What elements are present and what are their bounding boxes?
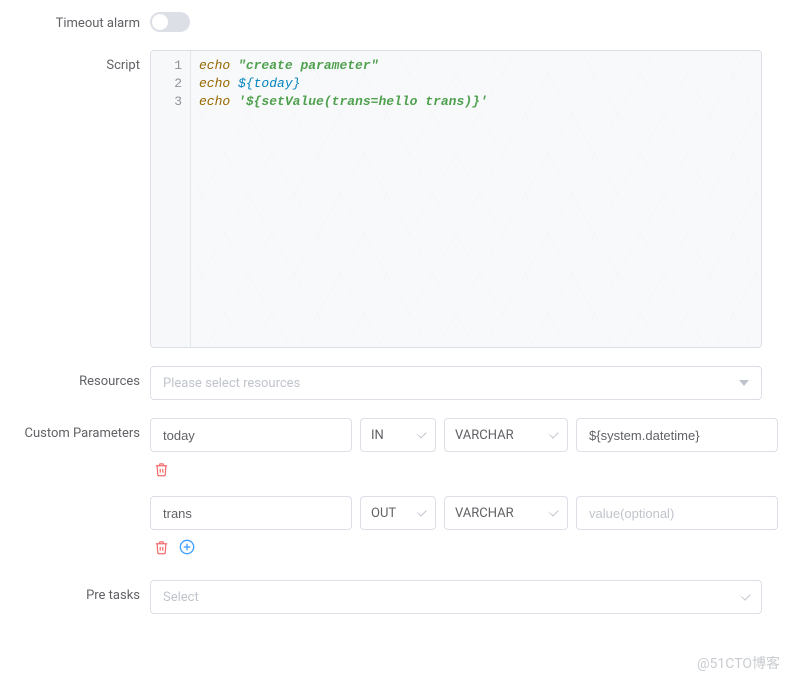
row-custom-params: Custom Parameters IN VARCHAR OUT <box>0 418 762 574</box>
label-custom-params: Custom Parameters <box>0 418 150 441</box>
label-script: Script <box>0 50 150 73</box>
row-script: Script 123 echo "create parameter" echo … <box>0 50 762 348</box>
chevron-down-icon <box>739 380 749 386</box>
param-value-input[interactable] <box>576 496 778 530</box>
param-type-select[interactable]: VARCHAR <box>444 496 568 530</box>
pre-tasks-placeholder: Select <box>163 590 199 605</box>
resources-placeholder: Please select resources <box>163 376 300 391</box>
param-direction-select[interactable]: IN <box>360 418 436 452</box>
label-resources: Resources <box>0 366 150 389</box>
delete-param-button[interactable] <box>152 460 170 478</box>
script-editor[interactable]: 123 echo "create parameter" echo ${today… <box>150 50 762 348</box>
resources-select[interactable]: Please select resources <box>150 366 762 400</box>
chevron-down-icon <box>547 505 558 516</box>
param-row: OUT VARCHAR <box>150 496 778 530</box>
param-row: IN VARCHAR <box>150 418 778 452</box>
watermark: @51CTO博客 <box>697 653 780 673</box>
trash-icon <box>154 462 169 477</box>
chevron-down-icon <box>415 427 426 438</box>
param-name-input[interactable] <box>150 496 352 530</box>
param-value-input[interactable] <box>576 418 778 452</box>
pre-tasks-select[interactable]: Select <box>150 580 762 614</box>
chevron-down-icon <box>547 427 558 438</box>
toggle-timeout-alarm[interactable] <box>150 12 190 32</box>
trash-icon <box>154 540 169 555</box>
row-pre-tasks: Pre tasks Select <box>0 580 762 614</box>
chevron-down-icon <box>739 589 750 600</box>
plus-circle-icon <box>179 539 195 555</box>
label-pre-tasks: Pre tasks <box>0 580 150 603</box>
row-timeout: Timeout alarm <box>0 8 762 32</box>
add-param-button[interactable] <box>178 538 196 556</box>
param-type-select[interactable]: VARCHAR <box>444 418 568 452</box>
row-resources: Resources Please select resources <box>0 366 762 400</box>
editor-gutter: 123 <box>151 51 191 347</box>
param-direction-select[interactable]: OUT <box>360 496 436 530</box>
param-name-input[interactable] <box>150 418 352 452</box>
chevron-down-icon <box>415 505 426 516</box>
delete-param-button[interactable] <box>152 538 170 556</box>
label-timeout: Timeout alarm <box>0 8 150 31</box>
editor-content[interactable]: echo "create parameter" echo ${today} ec… <box>191 51 496 347</box>
